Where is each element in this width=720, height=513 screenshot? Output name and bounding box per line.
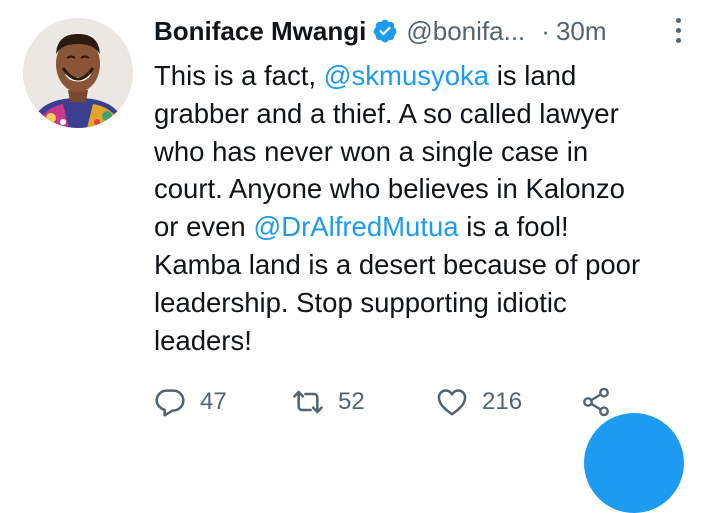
tweet-card[interactable]: Boniface Mwangi @bonifa... · 30m This is…	[0, 0, 720, 513]
tweet-text-segment: leadership. Stop supporting idiotic	[154, 286, 567, 318]
tweet-header: Boniface Mwangi @bonifa... · 30m	[154, 10, 694, 52]
header-separator: ·	[541, 15, 550, 46]
tweet-text-line: who has never won a single case in	[154, 133, 702, 171]
avatar-image	[23, 18, 133, 128]
tweet-text-line: grabber and a thief. A so called lawyer	[154, 95, 702, 133]
retweet-count: 52	[338, 388, 365, 415]
tweet-text-segment: or even	[154, 211, 254, 243]
tweet-text-line: leaders!	[154, 322, 702, 360]
tweet-text-line: or even @DrAlfredMutua is a fool!	[154, 208, 702, 246]
more-vertical-icon[interactable]	[673, 18, 683, 48]
tweet-actions: 47 52 216	[154, 382, 674, 422]
retweet-button[interactable]: 52	[292, 386, 436, 418]
tweet-text-segment: leaders!	[154, 324, 252, 356]
reply-icon	[155, 389, 185, 417]
tweet-text-segment: grabber and a thief. A so called lawyer	[154, 97, 619, 129]
tweet-timestamp[interactable]: 30m	[556, 16, 607, 47]
like-count: 216	[482, 388, 523, 415]
share-icon	[583, 387, 609, 417]
tweet-text-segment: is land	[489, 60, 577, 91]
share-button[interactable]	[580, 386, 626, 418]
mention-link[interactable]: @skmusyoka	[324, 60, 489, 91]
heart-icon	[437, 389, 467, 416]
tweet-text-segment: court. Anyone who believes in Kalonzo	[154, 173, 625, 205]
tweet-text-segment: Kamba land is a desert because of poor	[154, 248, 641, 280]
verified-badge-icon	[373, 19, 397, 43]
author-name[interactable]: Boniface Mwangi	[154, 16, 366, 47]
tweet-text-line: This is a fact, @skmusyoka is land	[154, 57, 702, 95]
like-button[interactable]: 216	[436, 386, 580, 418]
tweet-text-segment: This is a fact,	[154, 60, 324, 91]
tweet-text-segment: who has never won a single case in	[154, 135, 589, 167]
mention-link[interactable]: @DrAlfredMutua	[253, 211, 458, 242]
tweet-text-line: Kamba land is a desert because of poor	[154, 246, 702, 284]
tweet-text-line: court. Anyone who believes in Kalonzo	[154, 170, 702, 208]
author-avatar[interactable]	[23, 18, 133, 128]
tweet-text: This is a fact, @skmusyoka is land grabbe…	[154, 57, 702, 359]
compose-tweet-button[interactable]	[584, 413, 684, 513]
reply-count: 47	[200, 388, 227, 415]
retweet-icon	[293, 390, 323, 414]
reply-button[interactable]: 47	[154, 386, 292, 418]
tweet-text-segment: is a fool!	[458, 211, 569, 243]
author-handle[interactable]: @bonifa...	[406, 16, 525, 47]
tweet-text-line: leadership. Stop supporting idiotic	[154, 284, 702, 322]
